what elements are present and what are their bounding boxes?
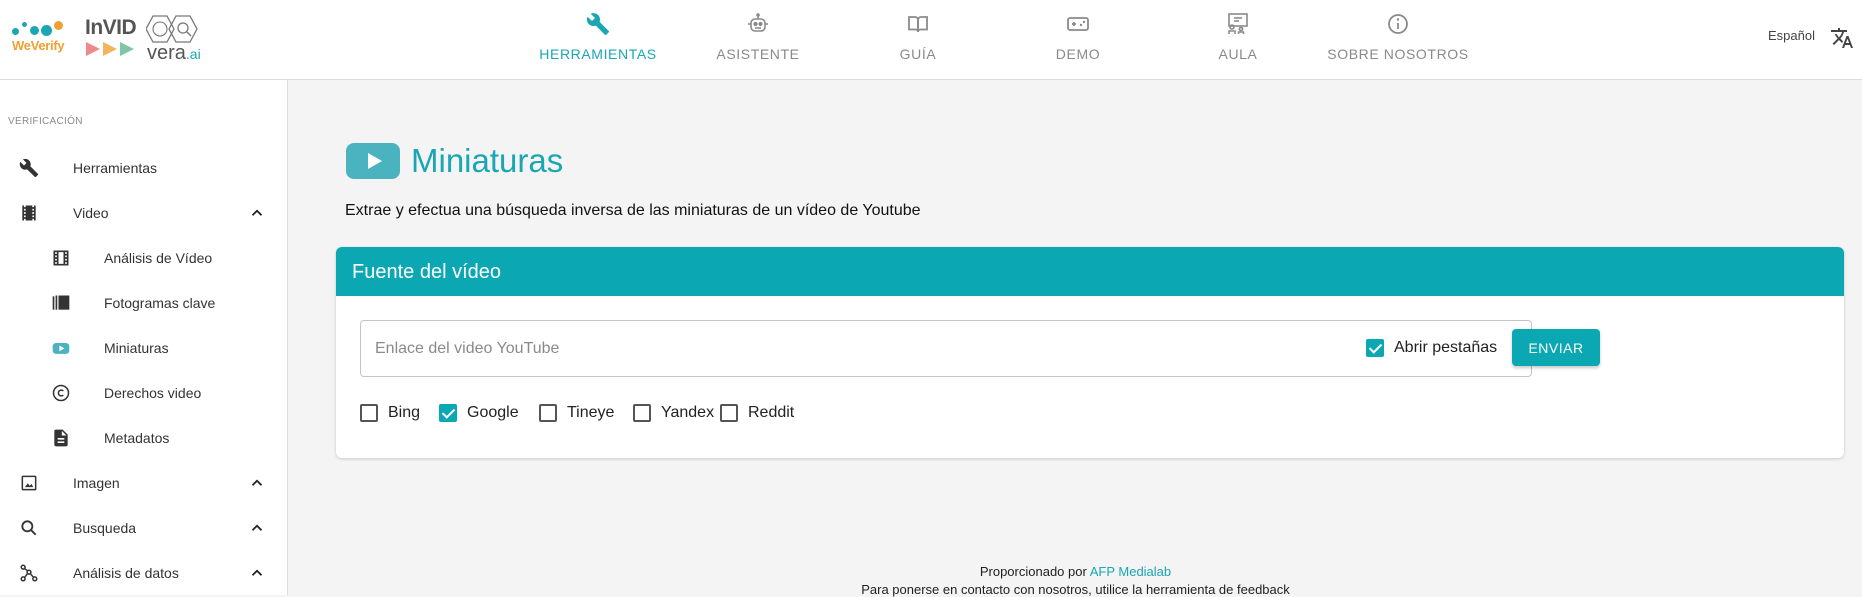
translate-icon[interactable] — [1830, 26, 1854, 50]
checkbox-checked-icon[interactable] — [439, 404, 457, 422]
gamepad-icon — [1067, 17, 1089, 31]
page-title: Miniaturas — [411, 142, 564, 179]
page-title-row: Miniaturas — [346, 142, 563, 180]
film-icon — [22, 205, 36, 220]
graph-icon — [20, 564, 38, 582]
book-icon — [908, 16, 928, 33]
sidebar-item-video[interactable]: Video — [0, 190, 288, 235]
open-tabs-checkbox[interactable]: Abrir pestañas — [1366, 339, 1497, 357]
invid-arrows-icon — [86, 42, 134, 56]
wrench-icon — [586, 13, 609, 35]
chevron-up-icon[interactable] — [248, 474, 266, 492]
invid-logo-text: InVID — [85, 16, 137, 39]
engine-tineye-checkbox[interactable]: Tineye — [539, 404, 614, 422]
youtube-url-field[interactable] — [360, 320, 1532, 377]
language-label[interactable]: Español — [1768, 28, 1815, 43]
weverify-logo[interactable]: WeVerify — [10, 14, 74, 58]
nav-asistente[interactable]: ASISTENTE — [678, 0, 838, 80]
document-icon — [54, 429, 68, 446]
youtube-url-input[interactable] — [361, 321, 1531, 376]
sidebar: VERIFICACIÓN Herramientas Video Análisis… — [0, 80, 288, 595]
card-header: Fuente del vídeo — [336, 247, 1844, 296]
checkbox-unchecked-icon[interactable] — [633, 404, 651, 422]
sidebar-item-metadatos[interactable]: Metadatos — [0, 415, 288, 460]
film-strip-icon — [53, 250, 69, 265]
robot-icon — [748, 13, 768, 32]
nav-herramientas[interactable]: HERRAMIENTAS — [518, 0, 678, 80]
vera-brain-icon — [146, 15, 198, 43]
sidebar-item-herramientas[interactable]: Herramientas — [0, 145, 288, 190]
sidebar-item-analisis-video[interactable]: Análisis de Vídeo — [0, 235, 288, 280]
checkbox-unchecked-icon[interactable] — [360, 404, 378, 422]
copyright-icon — [52, 384, 70, 401]
top-bar: WeVerify InVID vera.ai HERRAMIENTAS ASIS… — [0, 0, 1862, 80]
info-icon — [1388, 14, 1408, 34]
footer-powered-by: Proporcionado por AFP Medialab — [979, 564, 1172, 579]
chevron-up-icon[interactable] — [248, 564, 266, 582]
nav-sobre-nosotros[interactable]: SOBRE NOSOTROS — [1318, 0, 1478, 80]
video-source-card: Fuente del vídeo Abrir pestañas ENVIAR B… — [336, 247, 1844, 458]
submit-button[interactable]: ENVIAR — [1512, 329, 1600, 366]
frames-icon — [52, 295, 70, 310]
checkbox-unchecked-icon[interactable] — [720, 404, 738, 422]
section-label: VERIFICACIÓN — [8, 116, 83, 127]
nav-guia[interactable]: GUÍA — [838, 0, 998, 80]
chevron-up-icon[interactable] — [248, 204, 266, 222]
search-icon — [21, 519, 37, 535]
classroom-icon — [1228, 13, 1248, 34]
youtube-icon — [52, 342, 70, 354]
sidebar-item-busqueda[interactable]: Busqueda — [0, 505, 288, 550]
engine-bing-checkbox[interactable]: Bing — [360, 404, 420, 422]
sidebar-item-imagen[interactable]: Imagen — [0, 460, 288, 505]
afp-medialab-link[interactable]: AFP Medialab — [1090, 564, 1171, 579]
nav-aula[interactable]: AULA — [1158, 0, 1318, 80]
chevron-up-icon[interactable] — [248, 519, 266, 537]
checkbox-unchecked-icon[interactable] — [539, 404, 557, 422]
sidebar-item-derechos-video[interactable]: Derechos video — [0, 370, 288, 415]
page-subtitle: Extrae y efectua una búsqueda inversa de… — [345, 202, 921, 219]
sidebar-item-fotogramas-clave[interactable]: Fotogramas clave — [0, 280, 288, 325]
sidebar-item-miniaturas[interactable]: Miniaturas — [0, 325, 288, 370]
engine-yandex-checkbox[interactable]: Yandex — [633, 404, 714, 422]
engine-reddit-checkbox[interactable]: Reddit — [720, 404, 794, 422]
vera-logo-text: vera.ai — [147, 42, 201, 64]
checkbox-checked-icon[interactable] — [1366, 339, 1384, 357]
image-icon — [21, 475, 37, 490]
engine-google-checkbox[interactable]: Google — [439, 404, 519, 422]
sidebar-item-analisis-datos[interactable]: Análisis de datos — [0, 550, 288, 595]
main-nav: HERRAMIENTAS ASISTENTE GUÍA DEMO AULA SO… — [518, 0, 1478, 80]
wrench-icon — [19, 158, 39, 177]
main-content: Miniaturas Extrae y efectua una búsqueda… — [289, 80, 1862, 597]
youtube-play-icon — [346, 143, 400, 179]
weverify-text: WeVerify — [12, 38, 65, 53]
nav-demo[interactable]: DEMO — [998, 0, 1158, 80]
